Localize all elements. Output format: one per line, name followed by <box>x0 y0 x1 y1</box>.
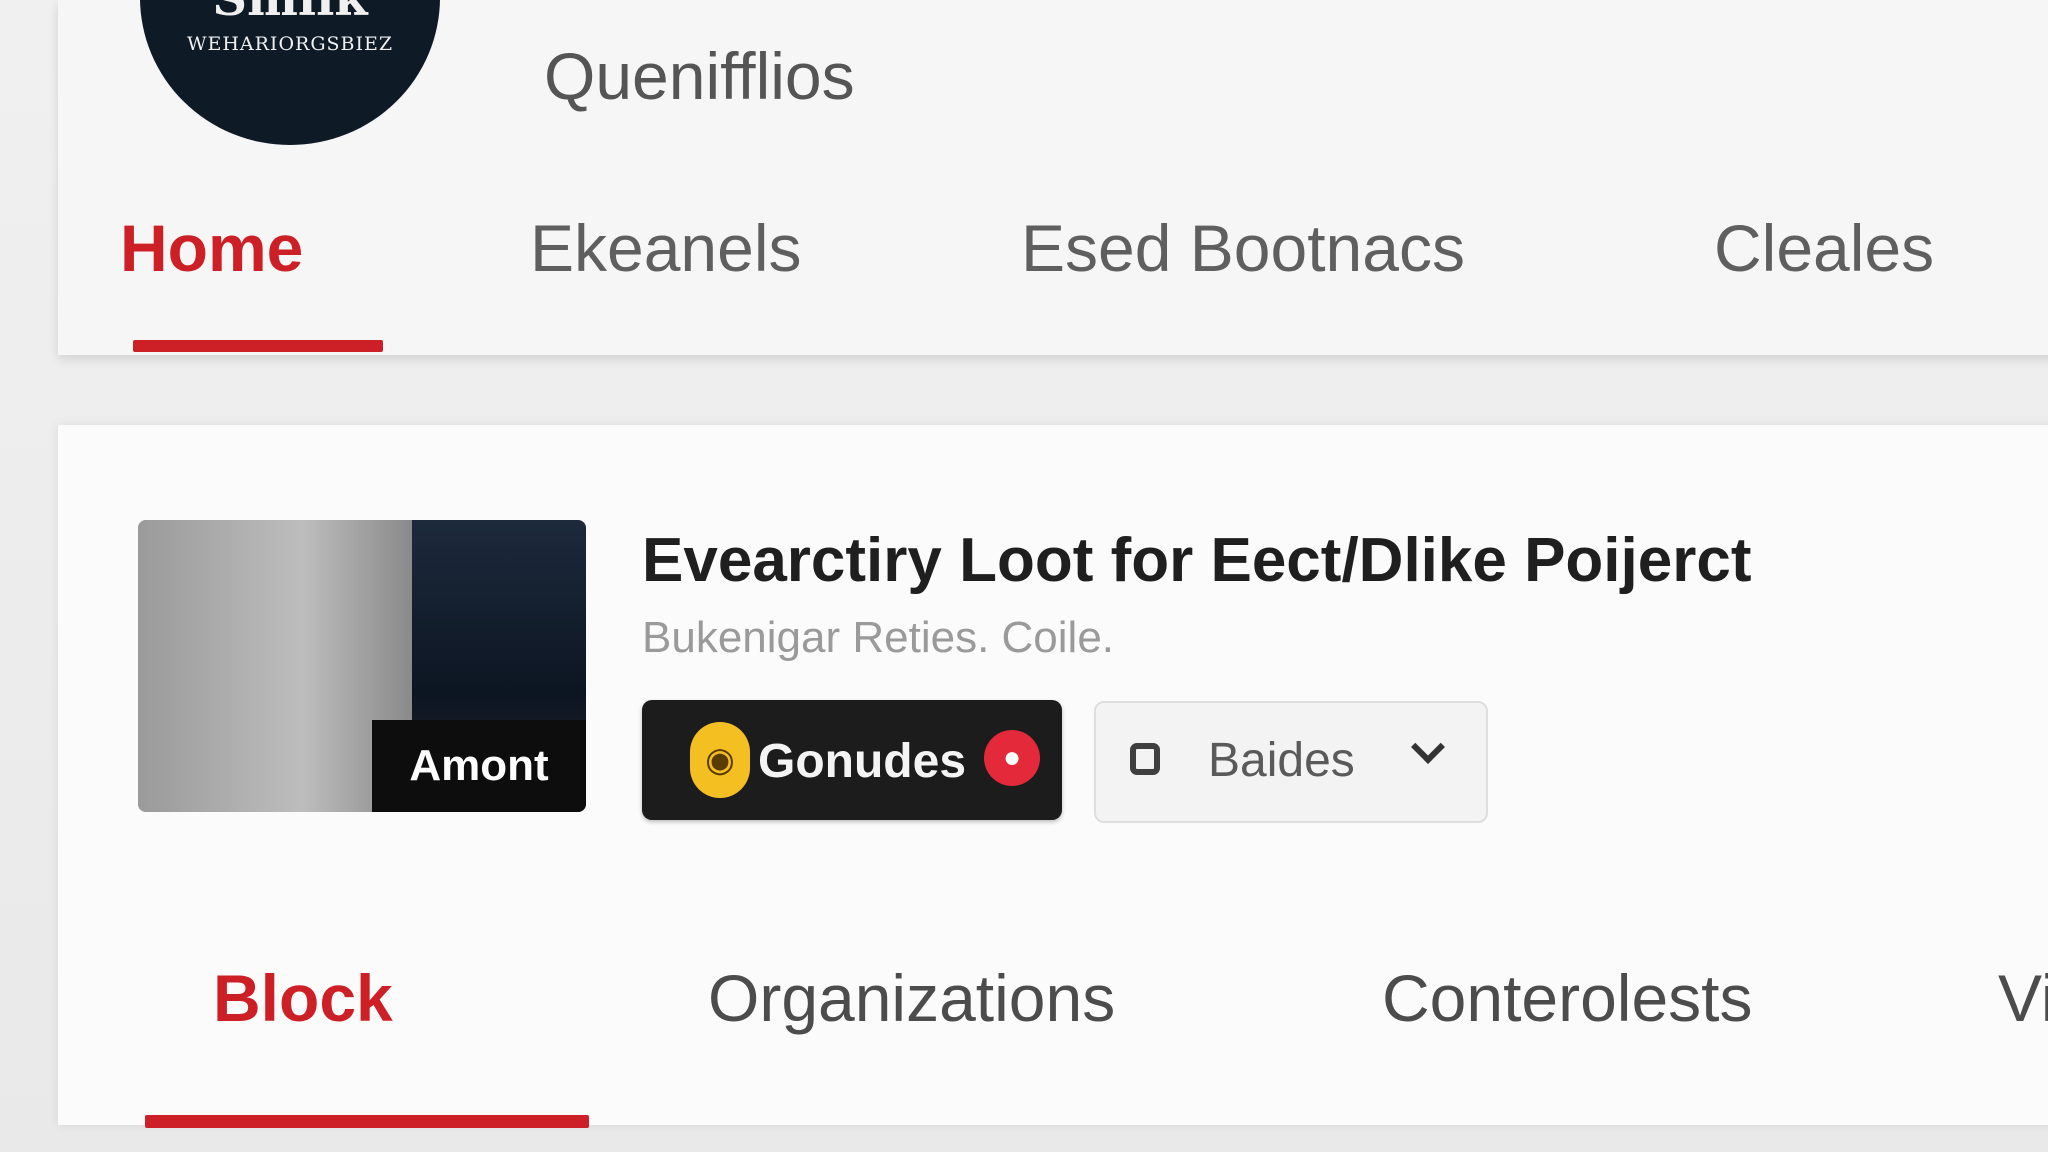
secondary-dropdown-label: Baides <box>1208 734 1355 787</box>
tab-cleales[interactable]: Cleales <box>1714 210 1934 286</box>
content-tab-bar: Block Organizations Conterolests Vi <box>58 960 2048 1128</box>
avatar-main-text: Smlik <box>140 0 440 23</box>
content-card: Amont Evearctiry Loot for Eect/Dlike Poi… <box>58 425 2048 1128</box>
primary-action-button[interactable]: ◉ Gonudes ● <box>642 700 1062 820</box>
header-tab-bar: Home Ekeanels Esed Bootnacs Cleales <box>58 210 2048 355</box>
video-thumbnail[interactable]: Amont <box>138 520 586 812</box>
channel-avatar[interactable]: Smlik WEHARIORGSBIEZ <box>140 0 440 145</box>
tab-home[interactable]: Home <box>120 210 303 286</box>
tab-esed-bootnacs[interactable]: Esed Bootnacs <box>1021 210 1465 286</box>
active-tab-indicator <box>133 340 383 352</box>
tab-conterolests[interactable]: Conterolests <box>1382 960 1753 1036</box>
tab-ekeanels[interactable]: Ekeanels <box>530 210 802 286</box>
secondary-dropdown-button[interactable]: Baides <box>1094 701 1488 823</box>
primary-action-label: Gonudes <box>758 735 967 788</box>
channel-header: Smlik WEHARIORGSBIEZ Quenifflios Home Ek… <box>58 0 2048 355</box>
active-content-tab-indicator <box>145 1115 589 1128</box>
tab-organizations[interactable]: Organizations <box>708 960 1115 1036</box>
thumbnail-portrait-left <box>138 520 412 812</box>
video-subtitle: Bukenigar Reties. Coile. <box>642 613 1115 662</box>
avatar-sub-text: WEHARIORGSBIEZ <box>186 33 394 55</box>
page: Smlik WEHARIORGSBIEZ Quenifflios Home Ek… <box>0 0 2048 1152</box>
tab-block[interactable]: Block <box>213 960 393 1036</box>
video-title[interactable]: Evearctiry Loot for Eect/Dlike Poijerct <box>642 525 1752 596</box>
tab-vi[interactable]: Vi <box>1998 960 2048 1036</box>
pin-icon: ● <box>984 730 1040 786</box>
square-icon <box>1130 743 1160 775</box>
coin-icon: ◉ <box>690 722 750 798</box>
thumbnail-label: Amont <box>372 720 586 812</box>
chevron-down-icon <box>1411 730 1445 764</box>
channel-name: Quenifflios <box>544 39 855 113</box>
